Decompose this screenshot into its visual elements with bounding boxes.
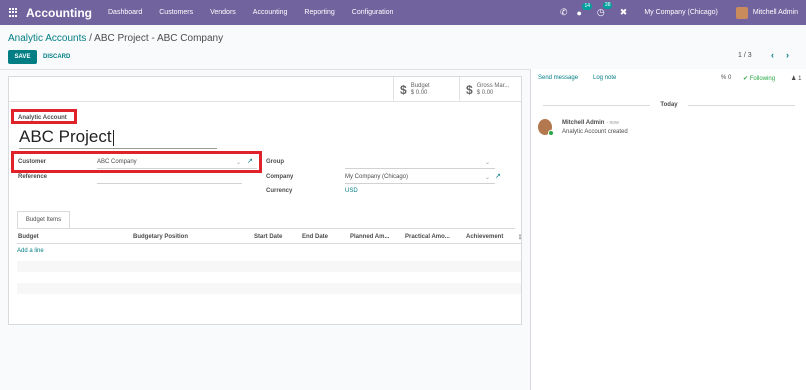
user-menu[interactable]: Mitchell Admin	[753, 9, 798, 16]
following-button[interactable]: ✔ Following	[743, 75, 775, 82]
following-label: Following	[749, 76, 776, 82]
breadcrumb-separator: /	[86, 33, 95, 44]
table-header-divider	[17, 243, 521, 244]
column-budgetary-position[interactable]: Budgetary Position	[133, 234, 188, 240]
phone-icon[interactable]: ✆	[560, 7, 568, 18]
paperclip-icon: %	[721, 75, 727, 81]
column-start-date[interactable]: Start Date	[254, 234, 282, 240]
date-separator: Today	[543, 102, 796, 108]
dollar-icon: $	[400, 82, 407, 97]
form-sheet: $ Budget $ 0.00 $ Gross Mar... $ 0.00 An…	[8, 76, 523, 325]
messages-badge: 14	[582, 2, 593, 10]
send-message-button[interactable]: Send message	[538, 75, 578, 81]
gross-margin-smart-button[interactable]: $ Gross Mar... $ 0.00	[459, 77, 521, 102]
attachments-count: 0	[728, 75, 732, 81]
table-row	[17, 283, 521, 294]
table-row	[17, 261, 521, 272]
smart-button-box: $ Budget $ 0.00 $ Gross Mar... $ 0.00	[9, 77, 521, 102]
date-separator-label: Today	[660, 102, 678, 108]
company-label: Company	[266, 174, 294, 180]
breadcrumb-current: ABC Project - ABC Company	[94, 33, 224, 44]
budget-smart-button[interactable]: $ Budget $ 0.00	[393, 77, 455, 102]
group-input[interactable]	[345, 168, 495, 169]
activities-badge: 38	[602, 2, 613, 9]
budget-stat-value: $ 0.00	[410, 89, 428, 96]
chatter-panel: Send message Log note % 0 ✔ Following ♟ …	[530, 69, 806, 390]
group-dropdown-icon[interactable]: ⌄	[485, 159, 490, 166]
pager-next-icon[interactable]: ›	[786, 50, 789, 60]
person-icon: ♟	[791, 76, 797, 82]
activity-clock-icon[interactable]: ◷ 38	[597, 2, 613, 18]
highlight-customer	[11, 151, 262, 173]
user-avatar[interactable]	[735, 6, 748, 19]
chat-icon[interactable]: ● 14	[576, 2, 593, 18]
menu-reporting[interactable]: Reporting	[304, 9, 334, 16]
menu-customers[interactable]: Customers	[159, 9, 193, 16]
column-planned-amount[interactable]: Planned Am...	[350, 234, 389, 240]
debug-tools-icon[interactable]: ✖	[620, 7, 628, 18]
reference-label: Reference	[18, 174, 48, 180]
online-status-icon	[548, 130, 554, 136]
log-note-button[interactable]: Log note	[593, 75, 616, 81]
gross-margin-stat-value: $ 0.00	[476, 89, 494, 96]
menu-dashboard[interactable]: Dashboard	[108, 9, 142, 16]
company-switcher[interactable]: My Company (Chicago)	[644, 9, 718, 16]
breadcrumb-parent[interactable]: Analytic Accounts	[8, 33, 86, 44]
dollar-icon: $	[466, 82, 473, 97]
optional-columns-icon[interactable]: ⋮	[517, 234, 523, 241]
company-input[interactable]: My Company (Chicago)	[345, 174, 408, 180]
check-icon: ✔	[743, 76, 749, 82]
menu-accounting[interactable]: Accounting	[253, 9, 288, 16]
currency-value[interactable]: USD	[345, 188, 358, 194]
analytic-account-name-value: ABC Project	[19, 127, 112, 146]
message-time: - now	[606, 120, 619, 126]
highlight-analytic-account	[11, 109, 77, 124]
group-label: Group	[266, 159, 284, 165]
column-achievement[interactable]: Achievement	[466, 234, 503, 240]
tab-budget-items[interactable]: Budget Items	[17, 211, 70, 229]
message-body: Analytic Account created	[562, 129, 628, 135]
top-navbar: Accounting Dashboard Customers Vendors A…	[0, 0, 806, 25]
tab-divider	[17, 228, 515, 229]
save-button[interactable]: SAVE	[8, 50, 37, 64]
analytic-account-name-input[interactable]: ABC Project	[19, 127, 217, 149]
budget-stat-label: Budget	[410, 82, 430, 89]
followers-count: 1	[798, 76, 802, 82]
attachments-button[interactable]: % 0	[721, 75, 731, 81]
message-author[interactable]: Mitchell Admin - now	[562, 120, 619, 126]
text-cursor	[112, 129, 114, 146]
menu-configuration[interactable]: Configuration	[352, 9, 394, 16]
column-end-date[interactable]: End Date	[302, 234, 328, 240]
breadcrumb: Analytic Accounts / ABC Project - ABC Co…	[8, 33, 223, 44]
column-budget[interactable]: Budget	[18, 234, 39, 240]
discard-button[interactable]: DISCARD	[43, 50, 70, 64]
pager-previous-icon[interactable]: ‹	[771, 50, 774, 60]
followers-button[interactable]: ♟ 1	[791, 75, 801, 82]
currency-label: Currency	[266, 188, 293, 194]
pager-value[interactable]: 1 / 3	[738, 52, 752, 59]
reference-input[interactable]	[97, 183, 242, 184]
gross-margin-stat-label: Gross Mar...	[476, 82, 510, 89]
company-underline	[345, 183, 495, 184]
app-brand[interactable]: Accounting	[26, 6, 92, 20]
add-line-link[interactable]: Add a line	[17, 248, 44, 254]
column-practical-amount[interactable]: Practical Amo...	[405, 234, 450, 240]
company-external-link-icon[interactable]: ↗	[495, 172, 501, 180]
company-dropdown-icon[interactable]: ⌄	[485, 174, 490, 181]
apps-menu-icon[interactable]	[9, 8, 18, 17]
menu-vendors[interactable]: Vendors	[210, 9, 236, 16]
